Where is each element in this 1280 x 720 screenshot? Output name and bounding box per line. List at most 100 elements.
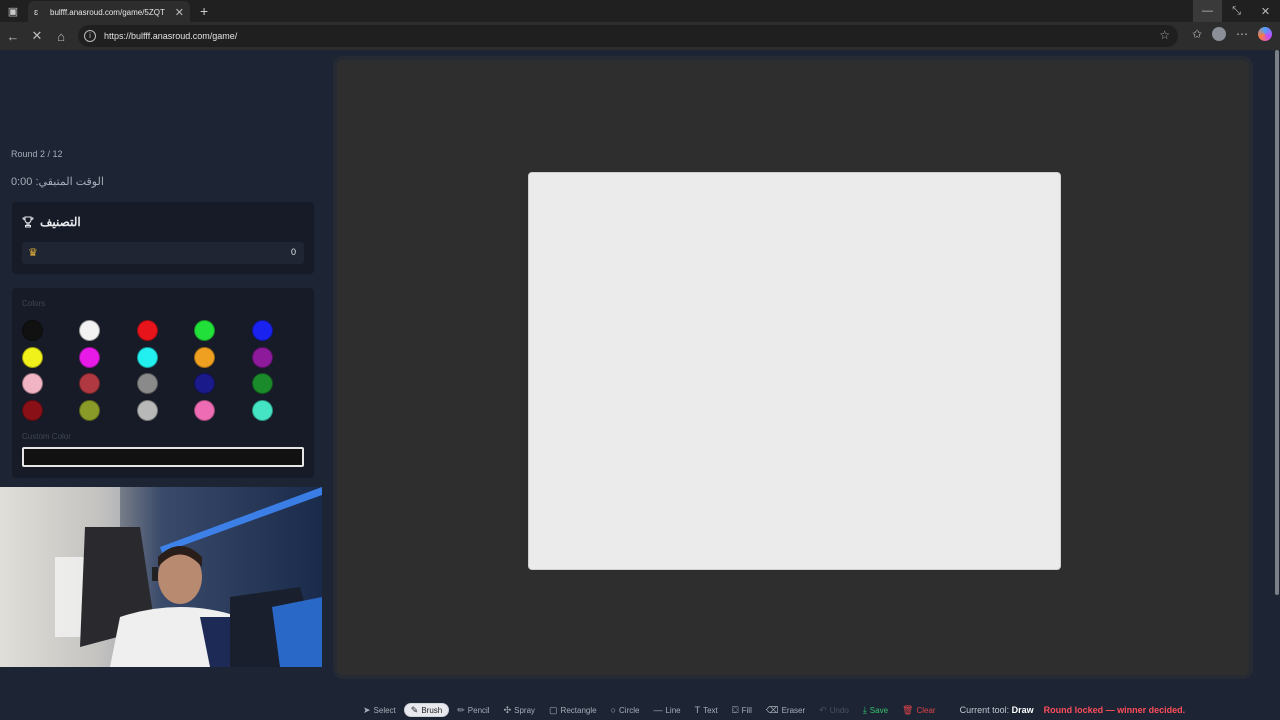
game-page: Round 2 / 12 الوقت المتبقي: 0:00 التصنيف… — [0, 50, 1280, 720]
undo-icon: ↶ — [819, 704, 827, 715]
round-locked-message: Round locked — winner decided. — [1043, 705, 1186, 715]
color-swatch[interactable] — [79, 346, 101, 368]
color-swatch[interactable] — [22, 373, 43, 395]
color-swatch[interactable] — [251, 320, 273, 341]
tool-brush-button[interactable]: ✎ Brush — [403, 703, 450, 717]
address-bar[interactable]: i https://bulfff.anasroud.com/game/ ☆ — [78, 25, 1178, 47]
tool-label: Eraser — [781, 705, 806, 715]
color-swatch[interactable] — [194, 400, 216, 422]
color-swatch[interactable] — [22, 320, 43, 341]
drawing-canvas[interactable] — [528, 172, 1061, 570]
page-scrollbar[interactable] — [1274, 50, 1280, 720]
window-controls: — ⤡ ✕ — [1193, 0, 1280, 22]
site-info-icon[interactable]: i — [84, 30, 96, 42]
round-counter: Round 2 / 12 — [11, 149, 63, 159]
color-swatch[interactable] — [194, 373, 216, 395]
text-icon: T — [694, 705, 701, 715]
color-swatch[interactable] — [79, 400, 101, 422]
fill-icon: ⛋ — [731, 704, 739, 715]
tool-eraser-button[interactable]: ⌫ Eraser — [760, 703, 811, 717]
tool-fill-button[interactable]: ⛋ Fill — [726, 703, 758, 717]
tool-save-button[interactable]: ⤓ Save — [857, 703, 894, 717]
reload-icon[interactable]: ✕ — [25, 28, 49, 44]
player-score: 0 — [290, 247, 296, 257]
more-icon[interactable]: ⋯ — [1236, 27, 1248, 41]
drawing-stage — [337, 60, 1249, 675]
tool-label: Save — [869, 705, 889, 715]
tool-label: Rectangle — [560, 705, 597, 715]
address-bar-row: ← ✕ ⌂ i https://bulfff.anasroud.com/game… — [0, 22, 1280, 50]
tool-select-button[interactable]: ➤ Select — [357, 703, 402, 717]
webcam-image — [0, 487, 322, 667]
tool-circle-button[interactable]: ○ Circle — [605, 703, 646, 717]
color-swatch[interactable] — [22, 400, 43, 422]
restore-icon[interactable]: ⤡ — [1222, 0, 1251, 22]
color-swatch[interactable] — [251, 373, 273, 395]
ranking-title: التصنيف — [40, 215, 81, 229]
color-panel: Colors Custom Color — [12, 288, 314, 478]
tool-label: Clear — [916, 705, 936, 715]
trash-icon: 🗑 — [902, 704, 914, 715]
browser-tab-bar: ▣ ɛ bulfff.anasroud.com/game/5ZQT ✕ + — … — [0, 0, 1280, 23]
back-icon[interactable]: ← — [1, 29, 25, 44]
copilot-icon[interactable] — [1258, 27, 1272, 41]
color-swatch[interactable] — [251, 346, 273, 368]
line-icon: — — [653, 705, 663, 715]
tool-label: Fill — [741, 705, 752, 715]
color-swatch[interactable] — [136, 400, 158, 422]
tool-label: Pencil — [467, 705, 490, 715]
color-swatch[interactable] — [194, 320, 216, 341]
profile-icon[interactable] — [1212, 27, 1226, 41]
custom-color-input[interactable] — [22, 447, 304, 467]
tool-clear-button[interactable]: 🗑 Clear — [896, 703, 942, 717]
tool-text-button[interactable]: T Text — [689, 703, 724, 717]
tool-label: Text — [703, 705, 718, 715]
close-window-icon[interactable]: ✕ — [1251, 0, 1280, 22]
tool-undo-button[interactable]: ↶ Undo — [813, 703, 855, 717]
tool-label: Undo — [829, 705, 849, 715]
eraser-icon: ⌫ — [765, 704, 779, 715]
color-swatch[interactable] — [136, 320, 158, 341]
webcam-overlay — [0, 487, 322, 667]
tool-label: Line — [665, 705, 681, 715]
time-remaining: الوقت المتبقي: 0:00 — [11, 176, 104, 188]
ranking-row: ♛ 0 — [22, 242, 304, 264]
tool-pencil-button[interactable]: ✏ Pencil — [451, 703, 495, 717]
color-swatch[interactable] — [79, 373, 101, 395]
pencil-icon: ✏ — [457, 704, 465, 715]
tool-label: Select — [373, 705, 396, 715]
current-tool-status: Current tool: Draw — [960, 705, 1034, 715]
color-swatch[interactable] — [194, 346, 216, 368]
tool-label: Circle — [619, 705, 640, 715]
ranking-panel: التصنيف ♛ 0 — [12, 202, 314, 274]
color-swatch[interactable] — [136, 346, 158, 368]
tab-actions-icon[interactable]: ▣ — [0, 0, 26, 22]
tab-title: bulfff.anasroud.com/game/5ZQT — [50, 7, 165, 17]
tool-label: Spray — [514, 705, 536, 715]
crown-icon: ♛ — [28, 247, 38, 259]
close-tab-icon[interactable]: ✕ — [175, 6, 184, 19]
rectangle-icon: ▢ — [549, 704, 558, 715]
home-icon[interactable]: ⌂ — [49, 29, 73, 44]
cursor-icon: ➤ — [363, 704, 371, 715]
favorite-star-icon[interactable]: ☆ — [1159, 28, 1170, 42]
new-tab-icon[interactable]: + — [200, 3, 208, 19]
color-swatch[interactable] — [22, 346, 43, 368]
url-text[interactable]: https://bulfff.anasroud.com/game/ — [104, 31, 237, 41]
color-swatch[interactable] — [136, 373, 158, 395]
browser-toolbar: ✩ ⋯ — [1192, 27, 1272, 41]
color-swatch[interactable] — [79, 320, 101, 341]
tool-line-button[interactable]: — Line — [647, 703, 686, 717]
current-tool-value: Draw — [1011, 705, 1034, 715]
tool-rectangle-button[interactable]: ▢ Rectangle — [543, 703, 603, 717]
minimize-icon[interactable]: — — [1193, 0, 1222, 22]
tool-bar: ➤ Select ✎ Brush ✏ Pencil ✣ Spray ▢ Rectangle ○ Cir… — [0, 700, 1280, 720]
color-swatch[interactable] — [251, 400, 273, 422]
favorites-icon[interactable]: ✩ — [1192, 27, 1202, 41]
brush-icon: ✎ — [410, 704, 419, 715]
spray-icon: ✣ — [503, 704, 512, 715]
tool-spray-button[interactable]: ✣ Spray — [498, 703, 541, 717]
circle-icon: ○ — [610, 705, 617, 715]
browser-tab[interactable]: ɛ bulfff.anasroud.com/game/5ZQT ✕ — [28, 1, 190, 23]
scrollbar-thumb[interactable] — [1275, 50, 1279, 595]
